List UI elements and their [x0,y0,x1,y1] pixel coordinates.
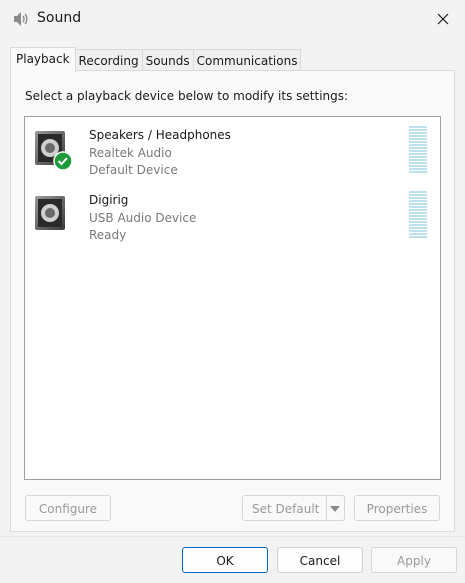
chevron-down-icon[interactable] [330,506,340,512]
instruction-text: Select a playback device below to modify… [25,89,349,103]
volume-meter [409,191,427,239]
device-name: Speakers / Headphones [89,128,231,142]
close-button[interactable] [420,0,465,38]
properties-button[interactable]: Properties [354,495,440,521]
tab-sounds[interactable]: Sounds [141,49,194,72]
apply-button[interactable]: Apply [371,547,457,573]
device-status: Ready [89,228,127,242]
ok-button[interactable]: OK [182,547,268,573]
speaker-device-icon [35,196,65,230]
playback-panel: Select a playback device below to modify… [10,70,455,532]
device-item-digirig[interactable]: Digirig USB Audio Device Ready [25,182,440,244]
device-status: Default Device [89,163,178,177]
device-name: Digirig [89,193,129,207]
device-driver: USB Audio Device [89,211,197,225]
title-bar: Sound [0,0,465,38]
tab-strip: Playback Recording Sounds Communications [10,47,302,72]
close-icon [437,13,448,25]
tab-recording[interactable]: Recording [74,49,143,72]
speaker-icon [14,12,28,26]
split-separator [326,495,327,521]
tab-communications[interactable]: Communications [192,49,302,72]
device-item-speakers[interactable]: Speakers / Headphones Realtek Audio Defa… [25,117,440,179]
device-list[interactable]: Speakers / Headphones Realtek Audio Defa… [24,116,441,480]
volume-meter [409,126,427,174]
window-title: Sound [37,10,82,26]
configure-button[interactable]: Configure [25,495,111,521]
device-driver: Realtek Audio [89,146,172,160]
tab-playback[interactable]: Playback [10,47,76,72]
cancel-button[interactable]: Cancel [277,547,363,573]
speaker-device-icon [35,131,73,171]
